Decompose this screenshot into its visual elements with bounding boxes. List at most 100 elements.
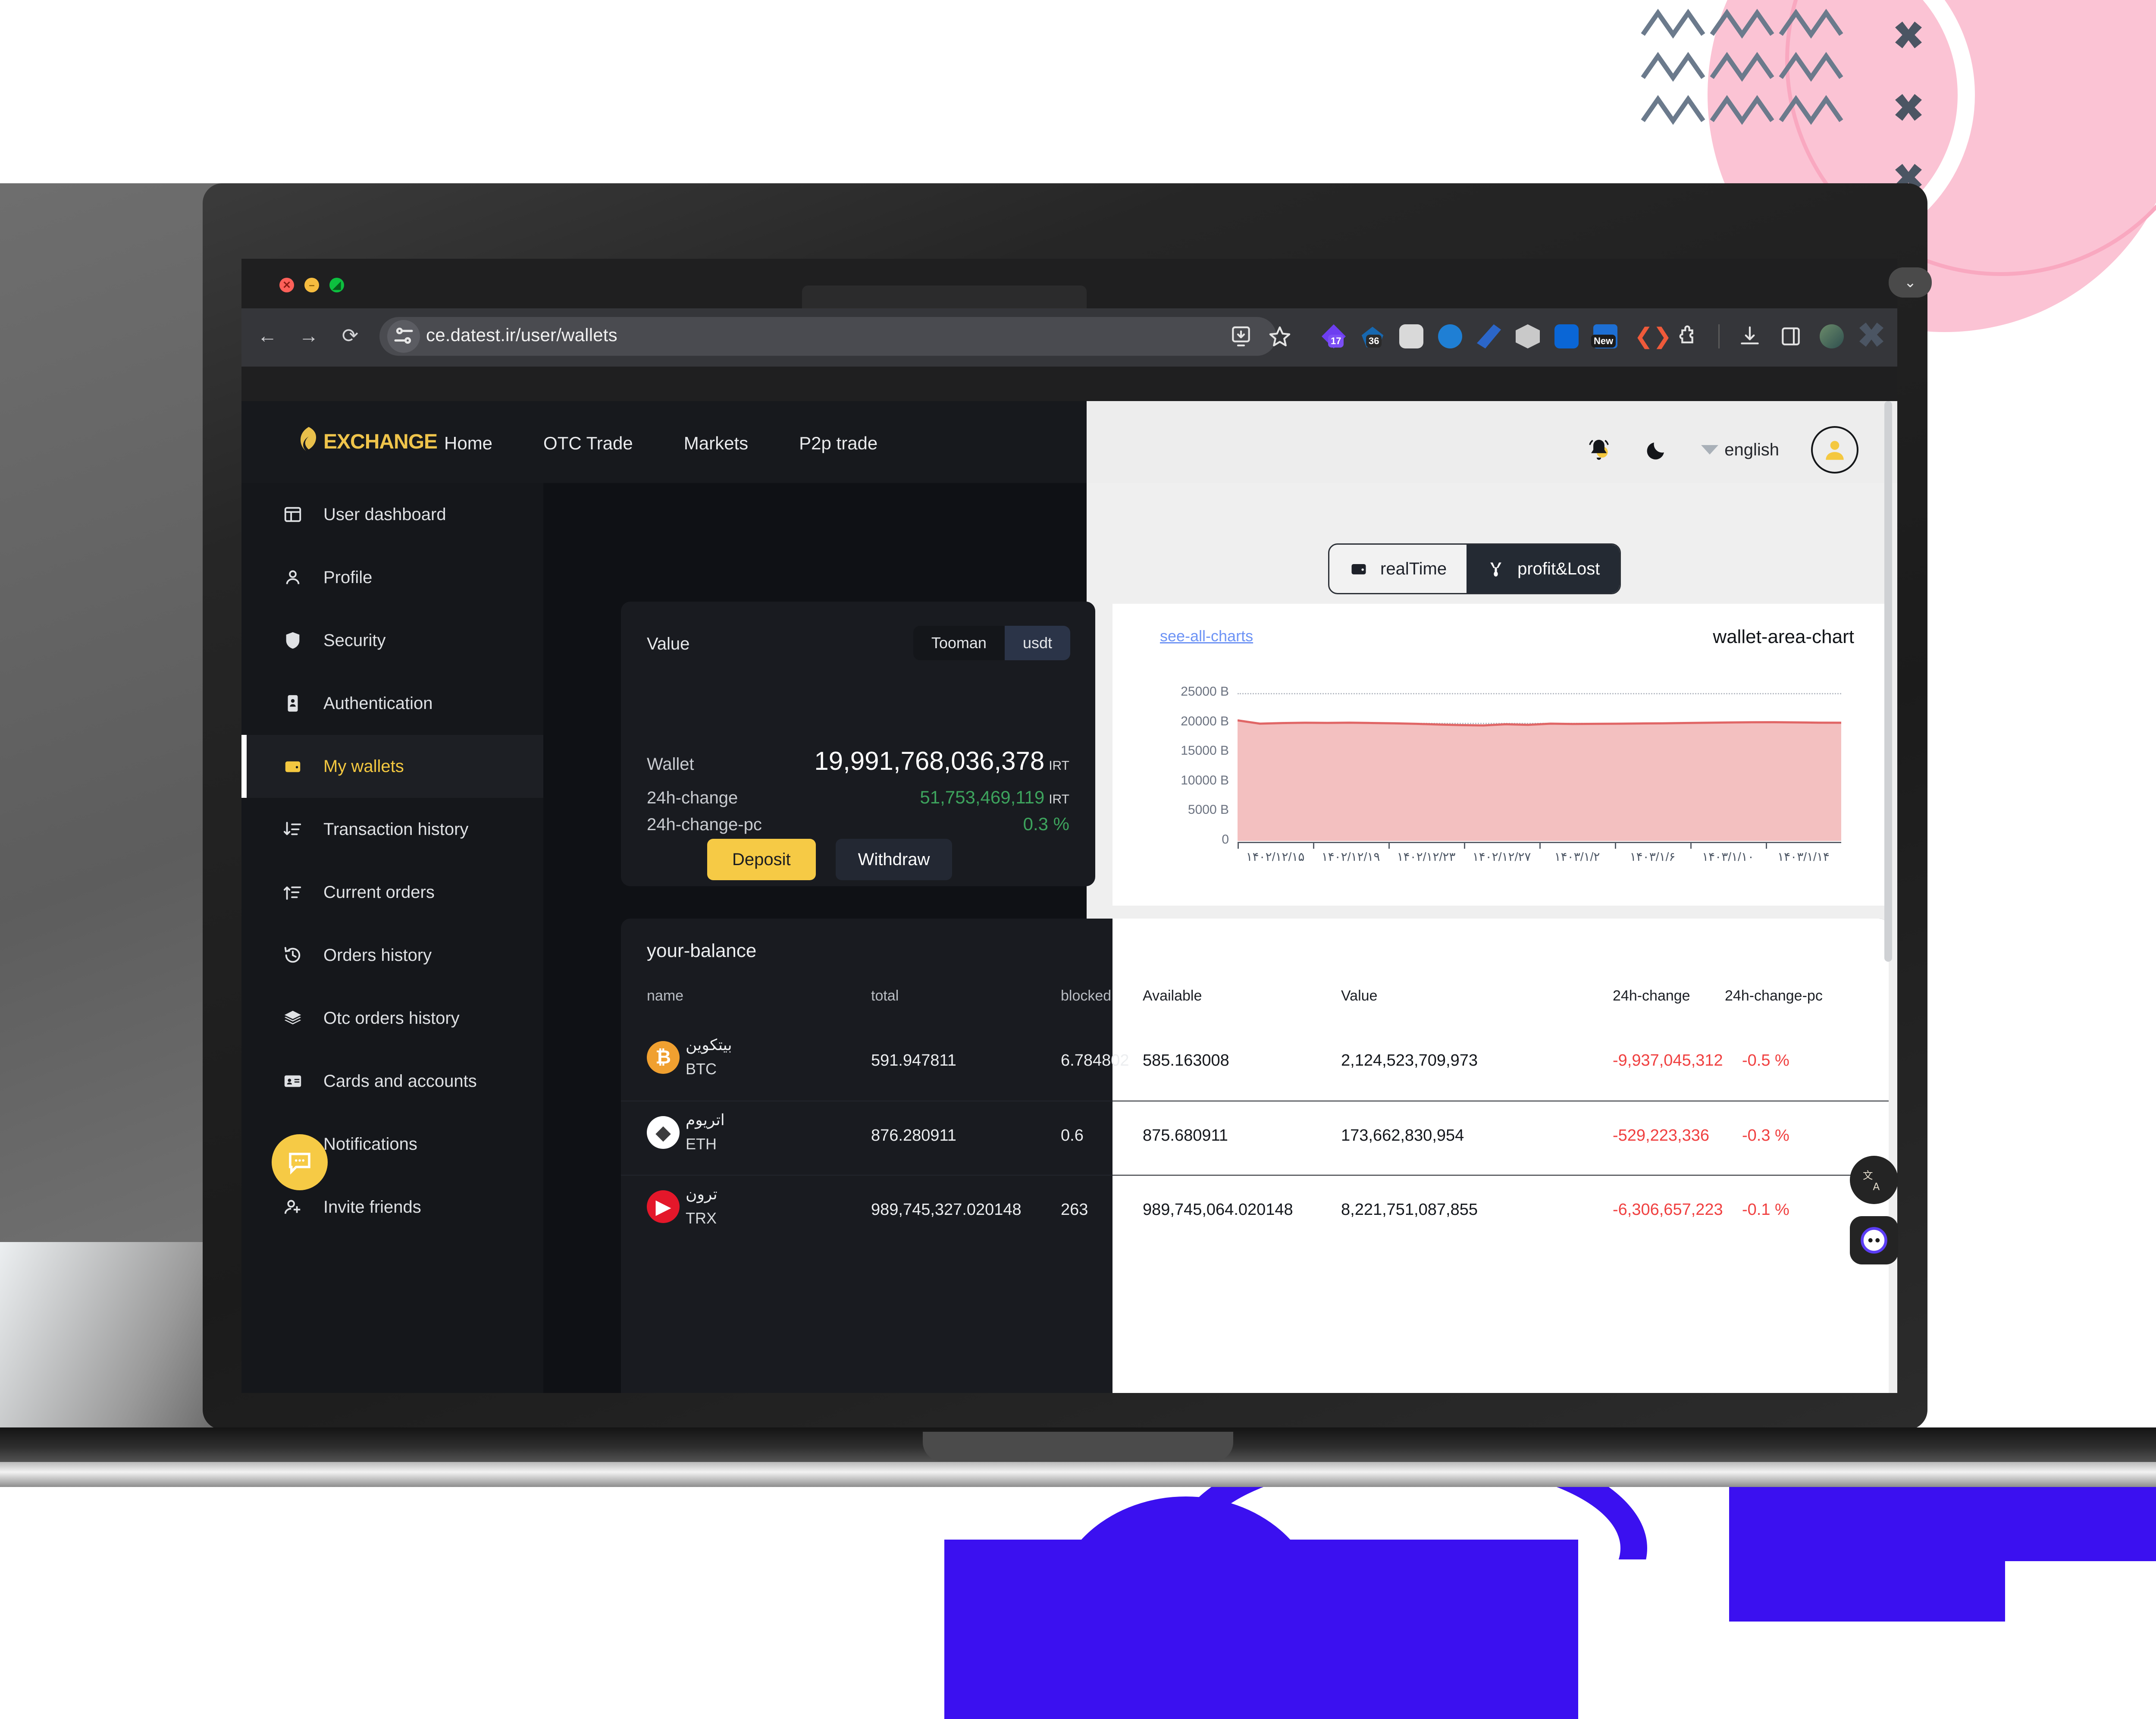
wallet-area-chart-card: see-all-charts wallet-area-chart 0 5000 B… bbox=[1112, 604, 1889, 906]
maximize-icon: ◢ bbox=[332, 279, 341, 291]
extensions-puzzle-icon[interactable] bbox=[1675, 324, 1699, 348]
nav-item-home[interactable]: Home bbox=[444, 433, 492, 454]
back-icon[interactable]: ← bbox=[254, 323, 280, 348]
chat-support-button[interactable] bbox=[272, 1134, 328, 1190]
nav-item-p2p-trade[interactable]: P2p trade bbox=[799, 433, 877, 454]
chart-x-tick-mark bbox=[1464, 842, 1465, 849]
assistant-widget-button[interactable] bbox=[1850, 1216, 1898, 1264]
coin-symbol: ETH bbox=[686, 1135, 717, 1153]
download-icon[interactable] bbox=[1738, 324, 1762, 348]
sidebar-item-profile[interactable]: Profile bbox=[241, 546, 543, 609]
withdraw-button[interactable]: Withdraw bbox=[835, 839, 953, 880]
chat-bubble-icon bbox=[289, 1153, 310, 1175]
chart-x-tick-mark bbox=[1766, 842, 1767, 849]
user-plus-icon bbox=[283, 1197, 303, 1217]
avatar[interactable] bbox=[1811, 426, 1858, 474]
moon-icon[interactable] bbox=[1644, 437, 1669, 462]
forward-icon[interactable]: → bbox=[296, 323, 322, 348]
nav-item-markets[interactable]: Markets bbox=[684, 433, 748, 454]
column-header-available: Available bbox=[1143, 988, 1202, 1004]
brand-logo[interactable]: EXCHANGE bbox=[298, 427, 438, 456]
desk-surface-left bbox=[0, 183, 241, 1430]
bookmark-star-icon[interactable] bbox=[1268, 324, 1292, 348]
table-row[interactable]: ◆ اتریوم ETH 876.280911 0.6 875.680911 173,662… bbox=[621, 1101, 1889, 1175]
cell-available: 875.680911 bbox=[1143, 1126, 1228, 1145]
tab-label: realTime bbox=[1380, 559, 1447, 578]
column-header-name: name bbox=[647, 988, 684, 1004]
coin-name-fa: ترون bbox=[686, 1185, 718, 1203]
tab-profit-and-lost[interactable]: profit&Lost bbox=[1467, 545, 1620, 593]
sidebar-item-authentication[interactable]: Authentication bbox=[241, 672, 543, 735]
chart-x-tick-mark bbox=[1615, 842, 1616, 849]
chart-x-tick-mark bbox=[1690, 842, 1692, 849]
laptop-trackpad-notch bbox=[923, 1432, 1233, 1461]
page-scrollbar[interactable] bbox=[1884, 401, 1892, 962]
balance-title: your-balance bbox=[647, 940, 757, 961]
deposit-button[interactable]: Deposit bbox=[707, 839, 816, 880]
currency-toggle: Tooman usdt bbox=[913, 626, 1070, 660]
sidebar-item-security[interactable]: Security bbox=[241, 609, 543, 672]
chart-x-tick-mark bbox=[1539, 842, 1541, 849]
tab-realtime[interactable]: realTime bbox=[1329, 545, 1467, 593]
decor-white-ring bbox=[1647, 0, 1975, 259]
sidebar-item-current-orders[interactable]: Current orders bbox=[241, 861, 543, 924]
sidebar-item-user-dashboard[interactable]: User dashboard bbox=[241, 483, 543, 546]
tab-label: profit&Lost bbox=[1517, 559, 1600, 578]
change-pc-value: 0.3 % bbox=[1023, 814, 1069, 834]
extension-icon-wallet[interactable] bbox=[1554, 324, 1579, 348]
tron-icon: ▶ bbox=[647, 1190, 680, 1223]
url-text: ce.datest.ir/user/wallets bbox=[426, 325, 617, 345]
site-settings-icon[interactable] bbox=[387, 320, 420, 353]
chart-x-tick-label: ۱۴۰۳/۱/۱۰ bbox=[1702, 850, 1754, 863]
chart-plot-area: 0 5000 B 10000 B 15000 B 20000 B 25000 B bbox=[1181, 681, 1841, 847]
sidebar-item-orders-history[interactable]: Orders history bbox=[241, 924, 543, 987]
chart-y-tick-label: 15000 B bbox=[1181, 743, 1229, 758]
extension-badge-count: 17 bbox=[1328, 335, 1344, 348]
see-all-charts-link[interactable]: see-all-charts bbox=[1160, 627, 1253, 645]
column-header-value: Value bbox=[1341, 988, 1378, 1004]
user-avatar-icon bbox=[1826, 441, 1844, 460]
chart-x-tick-label: ۱۴۰۲/۱۲/۱۵ bbox=[1246, 850, 1305, 863]
translate-icon: 文 A bbox=[1863, 1170, 1880, 1192]
sidebar-item-cards-and-accounts[interactable]: Cards and accounts bbox=[241, 1050, 543, 1113]
cell-blocked: 6.784802 bbox=[1061, 1051, 1129, 1070]
chart-x-tick-label: ۱۴۰۲/۱۲/۲۳ bbox=[1397, 850, 1456, 863]
table-row[interactable]: ▶ ترون TRX 989,745,327.020148 263 989,745,064… bbox=[621, 1175, 1889, 1249]
laptop-base bbox=[0, 1427, 2156, 1484]
currency-option-tooman[interactable]: Tooman bbox=[913, 626, 1005, 660]
code-brackets-icon[interactable]: ❮❯ bbox=[1634, 324, 1672, 348]
table-row[interactable]: ₿ بیتکوین BTC 591.947811 6.784802 585.163008 2… bbox=[621, 1026, 1889, 1101]
currency-option-usdt[interactable]: usdt bbox=[1004, 626, 1070, 660]
sidebar-item-label: Profile bbox=[323, 568, 373, 587]
profile-avatar-icon[interactable] bbox=[1820, 324, 1844, 348]
extension-icon-grey[interactable] bbox=[1399, 324, 1423, 348]
side-panel-icon[interactable] bbox=[1779, 324, 1803, 348]
chevron-down-icon[interactable]: ⌄ bbox=[1889, 267, 1932, 298]
extension-icon-camera[interactable] bbox=[1438, 324, 1462, 348]
column-header-total: total bbox=[871, 988, 899, 1004]
reload-icon[interactable]: ⟳ bbox=[337, 323, 363, 348]
language-label: english bbox=[1724, 440, 1779, 459]
decor-blue-shape bbox=[1729, 1436, 2005, 1622]
change-row: 24h-change 51,753,469,119 IRT bbox=[647, 787, 1069, 808]
nav-item-otc-trade[interactable]: OTC Trade bbox=[543, 433, 633, 454]
sidebar-item-my-wallets[interactable]: My wallets bbox=[241, 735, 543, 798]
sidebar-item-label: User dashboard bbox=[323, 505, 446, 524]
close-icon: ✕ bbox=[282, 279, 291, 291]
bitcoin-icon: ₿ bbox=[647, 1041, 680, 1074]
extension-badge-count: 36 bbox=[1366, 335, 1382, 348]
sidebar-item-label: Security bbox=[323, 631, 386, 650]
sidebar-item-transaction-history[interactable]: Transaction history bbox=[241, 798, 543, 861]
language-selector[interactable]: english bbox=[1701, 440, 1779, 460]
wallet-label: Wallet bbox=[647, 755, 694, 774]
toolbar-divider bbox=[1718, 324, 1720, 348]
cell-blocked: 263 bbox=[1061, 1201, 1088, 1219]
translate-button[interactable]: 文 A bbox=[1850, 1156, 1898, 1204]
decor-blue-swoosh bbox=[1173, 1436, 1647, 1559]
chart-x-tick-mark bbox=[1238, 842, 1239, 849]
bell-icon[interactable] bbox=[1586, 436, 1612, 463]
sidebar-item-label: Orders history bbox=[323, 945, 432, 965]
dashboard-icon bbox=[283, 505, 303, 524]
sidebar-item-otc-orders-history[interactable]: Otc orders history bbox=[241, 987, 543, 1050]
install-app-icon[interactable] bbox=[1229, 324, 1253, 348]
